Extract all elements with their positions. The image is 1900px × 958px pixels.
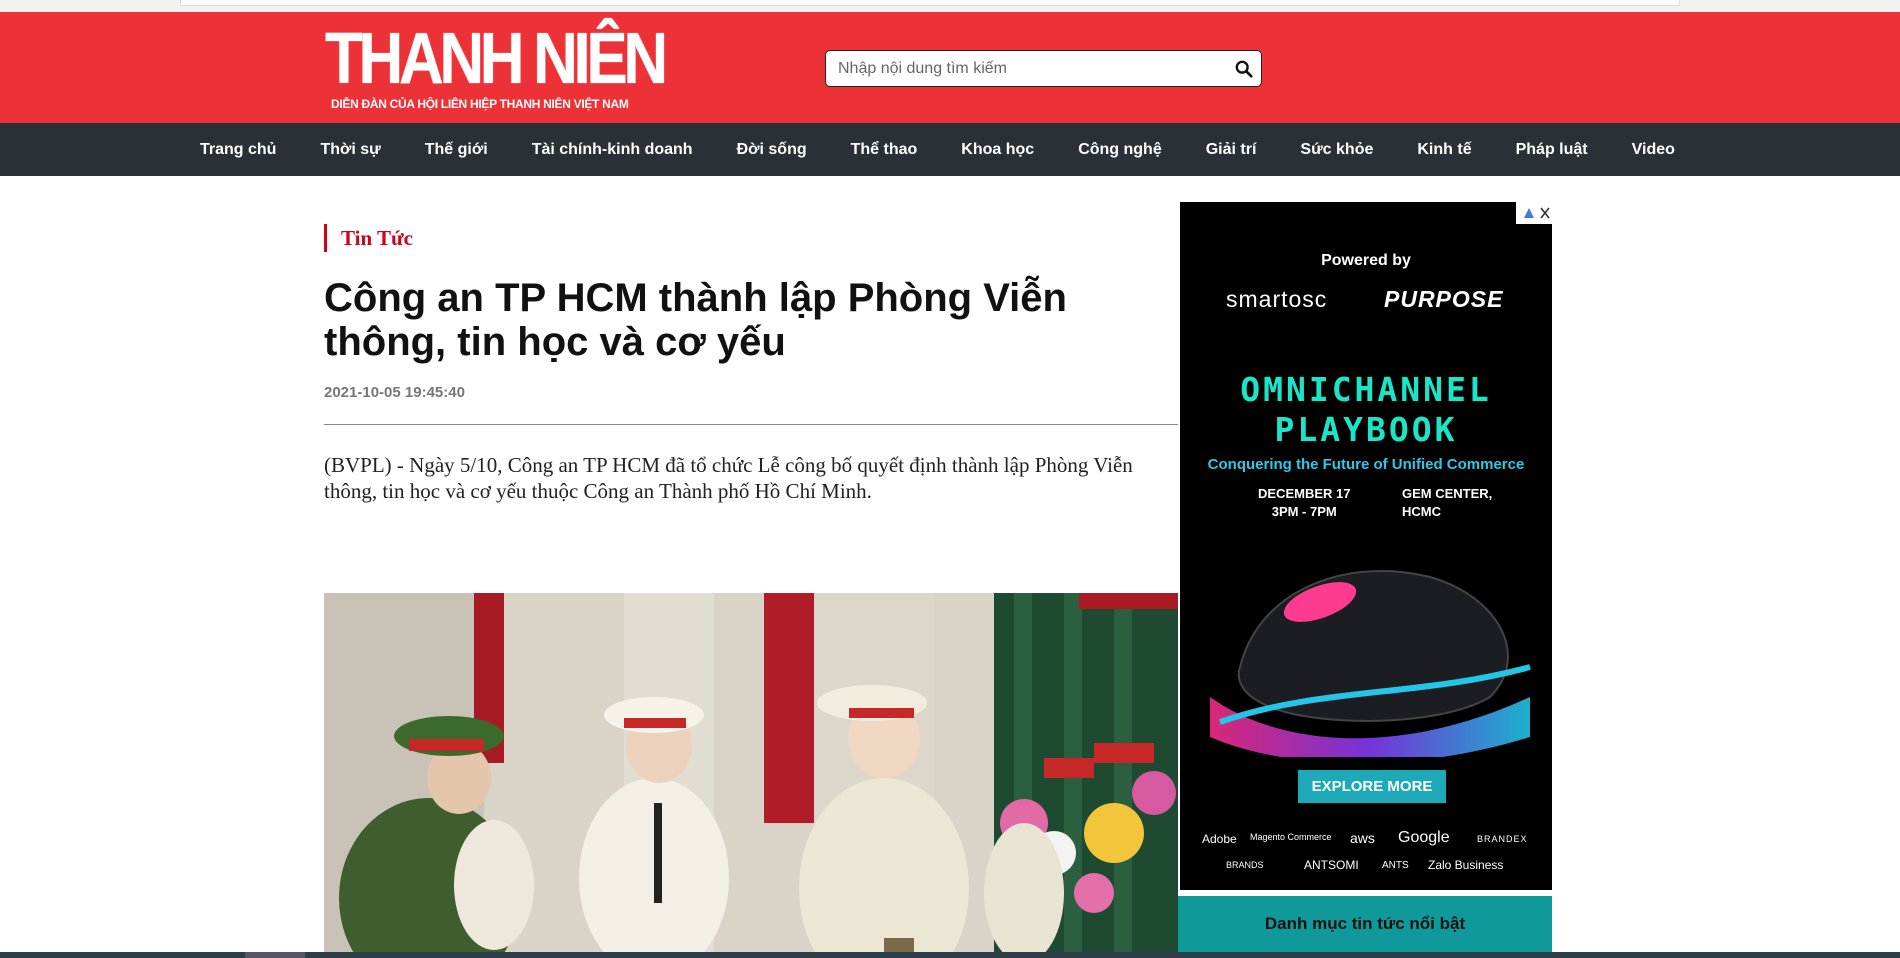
ad-date-time: 3PM - 7PM	[1271, 504, 1337, 519]
ad-headline-line2: PLAYBOOK	[1274, 410, 1458, 449]
article-photo	[324, 593, 1178, 958]
ad-brand-smartosc: smartosc	[1226, 286, 1328, 312]
nav-item-thoi-su[interactable]: Thời sự	[298, 123, 402, 176]
ad-headline-line1: OMNICHANNEL	[1240, 370, 1492, 409]
nav-item-giai-tri[interactable]: Giải trí	[1184, 123, 1279, 176]
nav-item-phap-luat[interactable]: Pháp luật	[1494, 123, 1610, 176]
search-box	[825, 50, 1262, 87]
nav-item-the-gioi[interactable]: Thế giới	[403, 123, 510, 176]
article-date: 2021-10-05 19:45:40	[324, 384, 465, 401]
ad-explore-more-button[interactable]: EXPLORE MORE	[1298, 770, 1446, 803]
ad-mouse-graphic	[1210, 570, 1531, 757]
logo-text: THANH NIÊN	[325, 19, 668, 99]
ad-close-icon[interactable]	[1516, 202, 1552, 224]
site-header: THANH NIÊN DIỄN ĐÀN CỦA HỘI LIÊN HIỆP TH…	[0, 12, 1900, 123]
nav-item-trang-chu[interactable]: Trang chủ	[178, 123, 298, 176]
ceremony-photo	[324, 593, 1178, 958]
search-icon[interactable]	[1235, 60, 1253, 78]
divider	[324, 424, 1178, 425]
nav-item-the-thao[interactable]: Thể thao	[829, 123, 940, 176]
nav-item-video[interactable]: Video	[1610, 123, 1697, 176]
featured-news-header[interactable]: Danh mục tin tức nổi bật	[1178, 896, 1552, 958]
ad-tagline: Conquering the Future of Unified Commerc…	[1207, 456, 1525, 473]
nav-item-suc-khoe[interactable]: Sức khỏe	[1278, 123, 1395, 176]
partner-aws: aws	[1350, 830, 1375, 846]
article-title: Công an TP HCM thành lập Phòng Viễn thôn…	[324, 276, 1067, 364]
sidebar-advertisement[interactable]: Powered by smartosc PURPOSE OMNICHANNEL …	[1180, 202, 1552, 890]
partner-brands: BRANDS	[1226, 860, 1264, 870]
article-category[interactable]: Tin Tức	[324, 224, 413, 252]
top-strip-bar	[180, 0, 1680, 6]
partner-antsomi: ANTSOMI	[1304, 858, 1359, 872]
site-logo[interactable]: THANH NIÊN DIỄN ĐÀN CỦA HỘI LIÊN HIỆP TH…	[325, 19, 668, 111]
browser-top-strip	[0, 0, 1900, 12]
main-nav: Trang chủ Thời sự Thế giới Tài chính-kin…	[0, 123, 1900, 176]
logo-tagline: DIỄN ĐÀN CỦA HỘI LIÊN HIỆP THANH NIÊN VI…	[331, 97, 629, 111]
nav-item-khoa-hoc[interactable]: Khoa học	[939, 123, 1056, 176]
ad-date: DECEMBER 17 3PM - 7PM	[1258, 485, 1350, 521]
ad-choices-icon[interactable]	[1516, 202, 1552, 224]
partner-zalo: Zalo Business	[1428, 858, 1504, 872]
article-sapo: (BVPL) - Ngày 5/10, Công an TP HCM đã tổ…	[324, 453, 1133, 503]
ad-date-day: DECEMBER 17	[1258, 486, 1351, 501]
ad-headline: OMNICHANNEL PLAYBOOK	[1180, 370, 1552, 450]
ad-venue: GEM CENTER, HCMC	[1402, 485, 1492, 521]
nav-item-tai-chinh-kinh-doanh[interactable]: Tài chính-kinh doanh	[510, 123, 715, 176]
partner-ants: ANTS	[1382, 860, 1409, 871]
partner-brandex: BRANDEX	[1477, 834, 1528, 844]
partner-magento: Magento Commerce	[1250, 832, 1332, 842]
ad-powered-by: Powered by	[1321, 252, 1411, 269]
nav-item-doi-song[interactable]: Đời sống	[715, 123, 829, 176]
ad-venue-line1: GEM CENTER,	[1402, 486, 1493, 501]
ad-venue-line2: HCMC	[1402, 504, 1441, 519]
nav-item-kinh-te[interactable]: Kinh tế	[1395, 123, 1493, 176]
partner-google: Google	[1398, 829, 1450, 846]
ad-brand-purpose: PURPOSE	[1384, 286, 1504, 312]
scrollbar-thumb[interactable]	[245, 952, 305, 958]
partner-adobe: Adobe	[1202, 832, 1237, 846]
search-input[interactable]	[838, 51, 1228, 86]
nav-item-cong-nghe[interactable]: Công nghệ	[1056, 123, 1184, 176]
horizontal-scrollbar[interactable]	[0, 952, 1900, 958]
